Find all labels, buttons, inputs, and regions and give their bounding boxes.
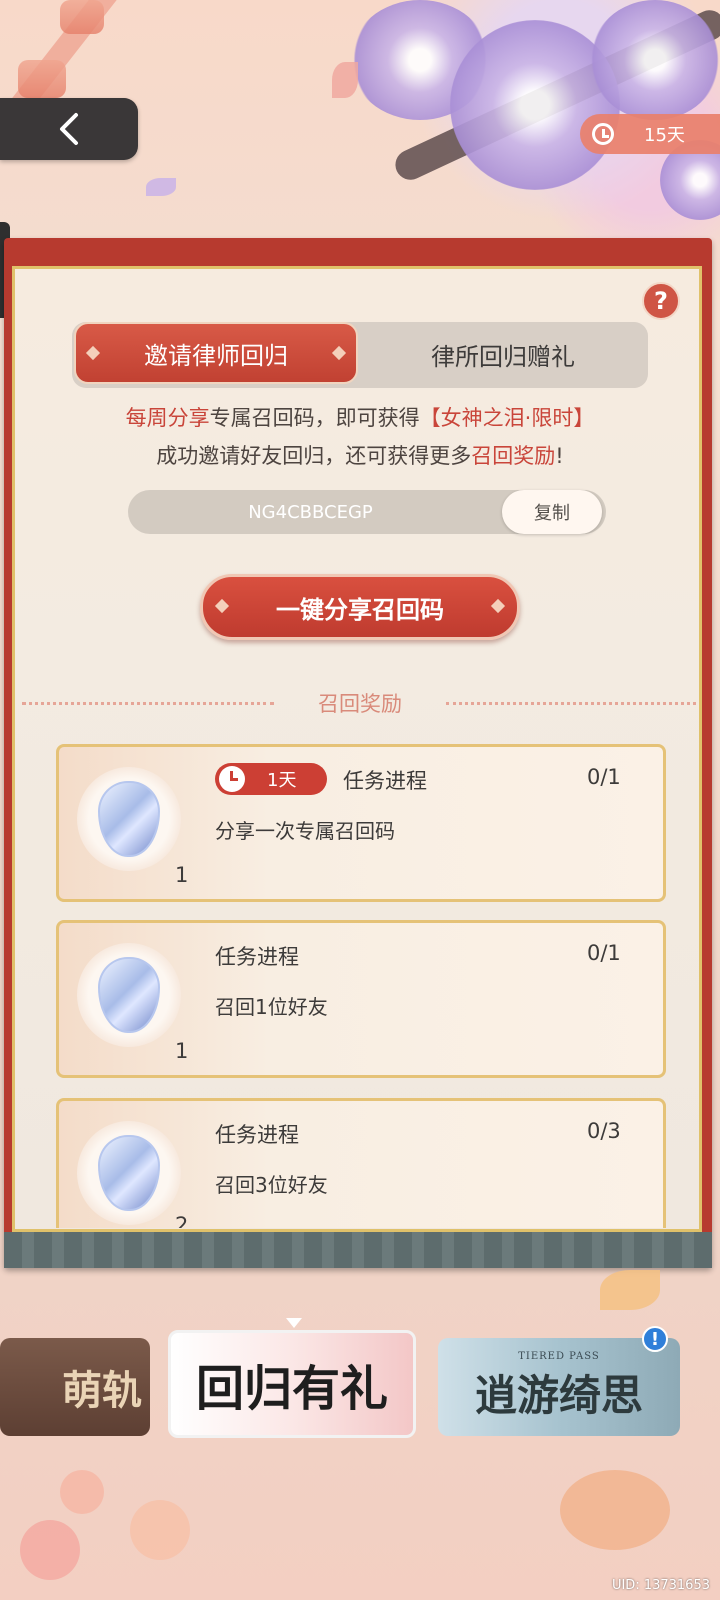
- event-banner-meng-gui[interactable]: 萌轨: [0, 1338, 150, 1436]
- tab-return-gift[interactable]: 律所回归赠礼: [360, 322, 646, 386]
- help-button[interactable]: ?: [642, 282, 680, 320]
- tab-invite-lawyer[interactable]: 邀请律师回归: [74, 322, 358, 384]
- task-title: 任务进程: [215, 1123, 299, 1147]
- diamond-icon: [331, 345, 347, 361]
- task-description: 召回3位好友: [215, 1173, 328, 1197]
- wisteria-flower: [590, 0, 720, 120]
- task-card: 1 任务进程 0/1 召回1位好友: [56, 920, 666, 1078]
- chevron-left-icon: [60, 113, 78, 145]
- question-icon: ?: [654, 287, 668, 315]
- reward-item[interactable]: [77, 943, 181, 1047]
- task-card-clip: 2 任务进程 0/3 召回3位好友: [56, 1098, 666, 1228]
- lantern-decoration: [60, 0, 104, 34]
- petal-decoration: [332, 62, 358, 98]
- intro-line-2: 成功邀请好友回归，还可获得更多召回奖励!: [0, 440, 720, 470]
- reward-quantity: 1: [175, 1039, 189, 1063]
- intro-highlight: 每周分享: [125, 406, 210, 430]
- banner-title: 萌轨: [62, 1367, 142, 1414]
- task-progress: 0/3: [587, 1119, 621, 1143]
- recall-code-value: NG4CBBCEGP: [248, 501, 373, 523]
- event-banner-tiered-pass[interactable]: TIERED PASS 逍游绮思: [438, 1338, 680, 1436]
- clock-icon: [592, 123, 614, 145]
- intro-line-1: 每周分享专属召回码，即可获得【女神之泪·限时】: [0, 402, 720, 432]
- lantern-decoration: [18, 60, 66, 98]
- tab-label: 邀请律师回归: [144, 341, 288, 370]
- petal-decoration: [146, 178, 176, 196]
- reward-item[interactable]: [77, 1121, 181, 1225]
- clock-icon: [219, 766, 245, 792]
- event-banner-return-gift[interactable]: 回归有礼: [168, 1330, 416, 1438]
- diamond-icon: [490, 598, 506, 614]
- task-title: 任务进程: [215, 945, 299, 969]
- task-description: 分享一次专属召回码: [215, 819, 395, 843]
- task-timer-badge: 1天: [215, 763, 327, 795]
- intro-highlight: 召回奖励: [471, 444, 556, 468]
- reward-quantity: 1: [175, 863, 189, 887]
- gem-icon: [98, 957, 160, 1033]
- flower-decoration: [130, 1500, 190, 1560]
- banner-subtitle: TIERED PASS: [518, 1351, 600, 1362]
- days-remaining-text: 15天: [644, 125, 685, 146]
- gem-icon: [98, 1135, 160, 1211]
- task-progress: 0/1: [587, 765, 621, 789]
- diamond-icon: [214, 598, 230, 614]
- gem-icon: [98, 781, 160, 857]
- rewards-title: 召回奖励: [318, 692, 402, 716]
- task-description: 召回1位好友: [215, 995, 328, 1019]
- share-code-button[interactable]: 一键分享召回码: [200, 574, 520, 640]
- task-card: 2 任务进程 0/3 召回3位好友: [56, 1098, 666, 1228]
- flower-decoration: [600, 1270, 660, 1310]
- reward-quantity: 2: [175, 1213, 189, 1228]
- days-remaining-badge: 15天: [580, 114, 720, 154]
- divider-right: [446, 702, 696, 705]
- panel-bottom-border: [4, 1232, 712, 1268]
- divider-left: [22, 702, 274, 705]
- tab-label: 律所回归赠礼: [431, 342, 575, 371]
- flower-decoration: [560, 1470, 670, 1550]
- intro-text: !: [555, 444, 564, 468]
- intro-text: 专属召回码，即可获得: [209, 406, 420, 430]
- diamond-icon: [85, 345, 101, 361]
- task-card: 1 1天 任务进程 0/1 分享一次专属召回码: [56, 744, 666, 902]
- notification-badge: !: [642, 1326, 668, 1352]
- task-title: 任务进程: [343, 769, 427, 793]
- user-id: UID: 13731653: [611, 1578, 710, 1593]
- intro-highlight: 【女神之泪·限时】: [419, 406, 595, 430]
- banner-title: 逍游绮思: [474, 1371, 643, 1420]
- share-button-label: 一键分享召回码: [276, 595, 444, 624]
- back-button[interactable]: [0, 98, 138, 160]
- task-progress: 0/1: [587, 941, 621, 965]
- copy-button[interactable]: 复制: [502, 490, 602, 534]
- banner-title: 回归有礼: [195, 1361, 388, 1417]
- exclamation-icon: !: [650, 1328, 660, 1350]
- task-timer-text: 1天: [267, 770, 297, 791]
- intro-text: 成功邀请好友回归，还可获得更多: [156, 444, 472, 468]
- selected-indicator: [286, 1318, 302, 1328]
- flower-decoration: [20, 1520, 80, 1580]
- flower-decoration: [60, 1470, 104, 1514]
- reward-item[interactable]: [77, 767, 181, 871]
